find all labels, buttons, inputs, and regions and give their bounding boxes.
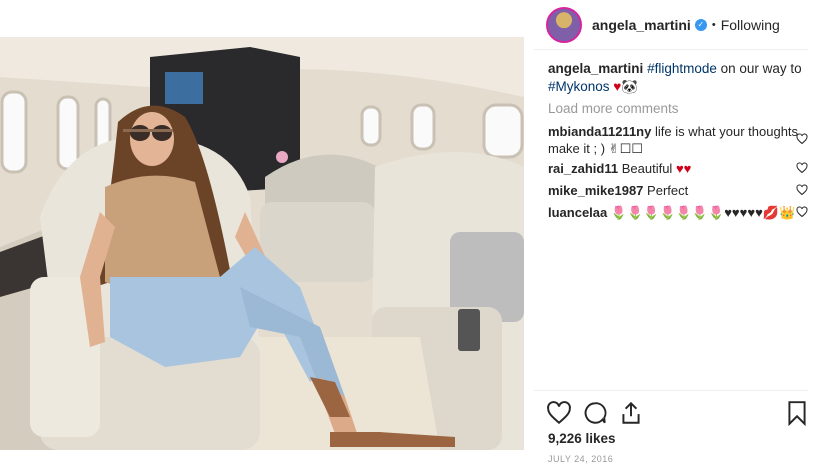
hashtag-mykonos[interactable]: #Mykonos — [548, 79, 610, 94]
header-username[interactable]: angela_martini — [592, 17, 691, 33]
comment-item: luancelaa 🌷🌷🌷🌷🌷🌷🌷♥♥♥♥♥💋👑 — [548, 204, 810, 221]
post-photo[interactable] — [0, 37, 524, 450]
share-icon[interactable] — [618, 400, 644, 426]
likes-count[interactable]: 9,226 likes — [548, 431, 616, 446]
comment-item: rai_zahid11 Beautiful ♥♥ — [548, 160, 810, 177]
following-button[interactable]: Following — [721, 17, 780, 33]
hashtag-flightmode[interactable]: #flightmode — [647, 61, 717, 76]
avatar[interactable] — [546, 6, 582, 43]
separator-dot: • — [711, 18, 716, 31]
comment-emoji: ♥♥ — [675, 161, 692, 176]
comment-text: Perfect — [647, 183, 689, 198]
comment-like-heart-icon[interactable] — [796, 162, 808, 174]
post-header: angela_martini ✓ • Following — [534, 0, 808, 50]
comment-username[interactable]: luancelaa — [548, 205, 607, 220]
comment-item: mbianda11211ny life is what your thought… — [548, 123, 810, 157]
post-actions: 9,226 likes JULY 24, 2016 — [534, 390, 808, 467]
comment-bubble-icon[interactable] — [582, 400, 608, 426]
post-date[interactable]: JULY 24, 2016 — [548, 454, 613, 464]
comment-item: mike_mike1987 Perfect — [548, 182, 810, 199]
comment-username[interactable]: rai_zahid11 — [548, 161, 618, 176]
comment-username[interactable]: mbianda11211ny — [548, 124, 651, 139]
caption-text: on our way to — [716, 61, 802, 76]
comment-text: 🌷🌷🌷🌷🌷🌷🌷♥♥♥♥♥💋👑 — [610, 205, 796, 220]
post-caption: angela_martini #flightmode on our way to… — [548, 60, 810, 96]
comment-like-heart-icon[interactable] — [796, 184, 808, 196]
verified-badge-icon: ✓ — [694, 18, 707, 31]
comment-like-heart-icon[interactable] — [796, 206, 808, 218]
post-sidebar: angela_martini ✓ • Following angela_mart… — [534, 0, 828, 467]
comment-like-heart-icon[interactable] — [796, 133, 808, 145]
comment-username[interactable]: mike_mike1987 — [548, 183, 643, 198]
caption-emoji: ♥🐼 — [609, 79, 639, 94]
heart-icon[interactable] — [546, 400, 572, 426]
bookmark-icon[interactable] — [784, 400, 810, 426]
comment-text: Beautiful — [621, 161, 676, 176]
caption-username[interactable]: angela_martini — [548, 61, 643, 76]
load-more-comments-button[interactable]: Load more comments — [548, 101, 679, 116]
